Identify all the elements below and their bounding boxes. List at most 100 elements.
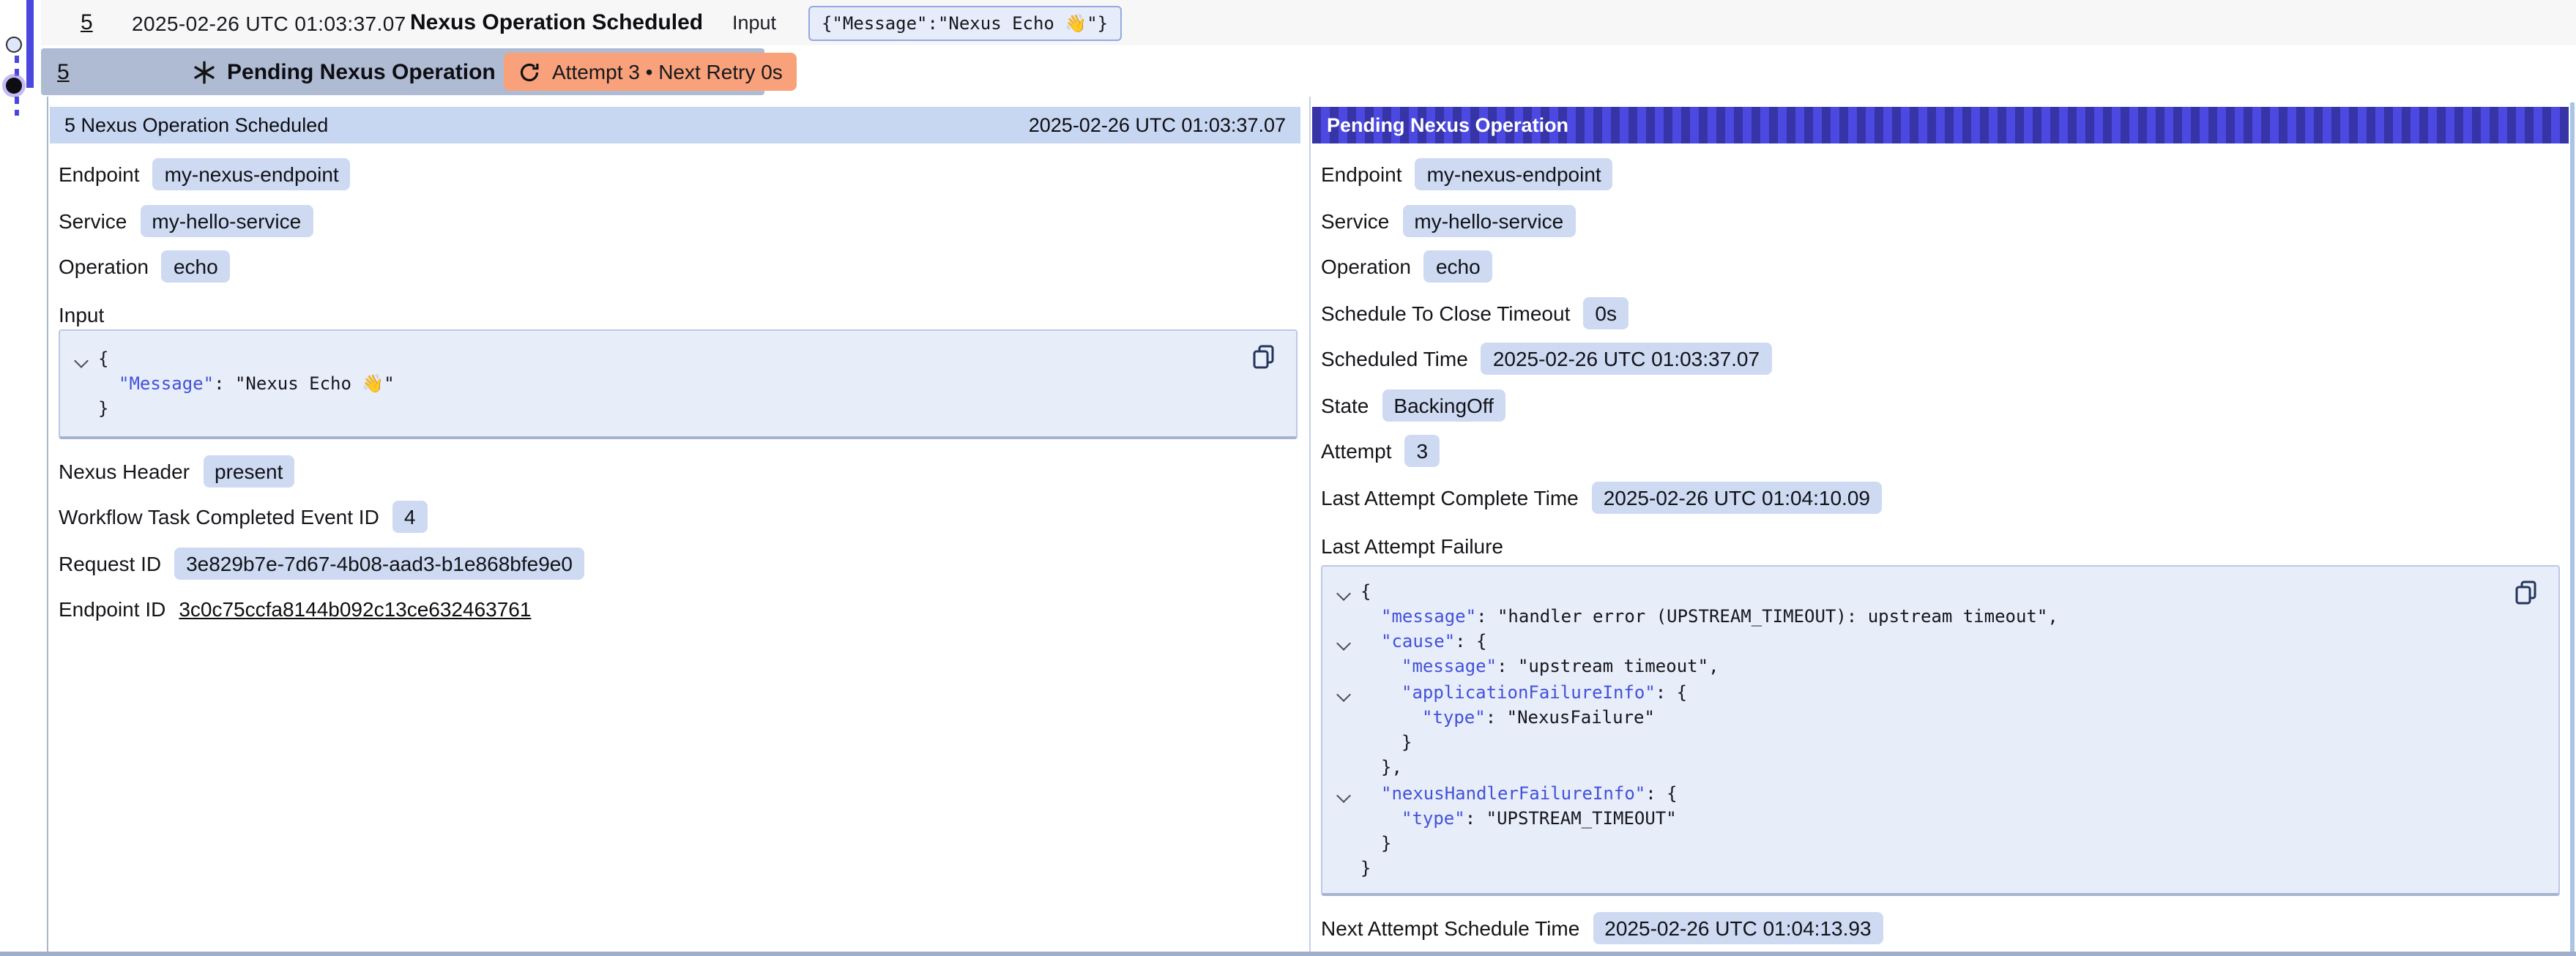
retry-badge-text: Attempt 3 • Next Retry 0s bbox=[552, 60, 783, 83]
code-text: } bbox=[1360, 857, 1371, 883]
pending-fields: Endpointmy-nexus-endpoint Service my-hello… bbox=[1321, 158, 2569, 513]
field-label: Workflow Task Completed Event ID bbox=[59, 505, 379, 529]
caret-cell bbox=[72, 372, 98, 397]
collapse-chevron-icon[interactable] bbox=[1336, 636, 1351, 651]
caret-cell bbox=[1334, 630, 1360, 655]
caret-cell bbox=[1334, 579, 1360, 605]
event-input-label: Input bbox=[732, 0, 776, 45]
field-label: Operation bbox=[1321, 255, 1411, 278]
field-value-pill: 2025-02-26 UTC 01:03:37.07 bbox=[1481, 343, 1771, 375]
code-line: { bbox=[72, 346, 1237, 372]
event-id-link[interactable]: 5 bbox=[81, 0, 93, 45]
event-input-preview-chip[interactable]: {"Message":"Nexus Echo 👋"} bbox=[808, 5, 1121, 40]
field-label: Attempt bbox=[1321, 439, 1392, 463]
field-row-endpoint: Endpointmy-nexus-endpoint bbox=[1321, 158, 2569, 190]
field-row-request-id: Request ID 3e829b7e-7d67-4b08-aad3-b1e868… bbox=[59, 547, 1300, 579]
field-value-link[interactable]: 3c0c75ccfa8144b092c13ce632463761 bbox=[179, 597, 531, 621]
copy-icon[interactable] bbox=[2514, 579, 2538, 605]
field-row-attempt: Attempt 3 bbox=[1321, 435, 2569, 467]
code-text: } bbox=[1360, 832, 1391, 857]
timeline-event-node-icon[interactable] bbox=[6, 37, 22, 53]
field-label: Request ID bbox=[59, 551, 161, 575]
code-line: "cause": { bbox=[1334, 630, 2500, 655]
field-value-pill: present bbox=[203, 455, 294, 487]
field-value-pill: 4 bbox=[392, 501, 428, 533]
failure-json-viewer: {"message": "handler error (UPSTREAM_TIM… bbox=[1321, 564, 2560, 895]
field-value-pill: my-hello-service bbox=[1402, 204, 1575, 236]
field-row-schedule-to-close-timeout: Schedule To Close Timeout0s bbox=[1321, 296, 2569, 329]
next-attempt-field: Next Attempt Schedule Time 2025-02-26 UTC… bbox=[1321, 911, 2569, 944]
field-value-pill: BackingOff bbox=[1382, 389, 1505, 421]
field-value-pill: echo bbox=[162, 250, 230, 283]
code-text: { bbox=[98, 346, 108, 372]
field-row-scheduled-time: Scheduled Time 2025-02-26 UTC 01:03:37.07 bbox=[1321, 343, 2569, 375]
caret-cell bbox=[72, 346, 98, 372]
code-line: } bbox=[72, 397, 1237, 422]
timeline-connector-dashed bbox=[15, 97, 19, 116]
field-row-service: Service my-hello-service bbox=[1321, 204, 2569, 236]
field-row-workflow-task-completed-event-id: Workflow Task Completed Event ID 4 bbox=[59, 501, 1300, 533]
code-text: "message": "handler error (UPSTREAM_TIME… bbox=[1360, 605, 2058, 630]
field-label: Endpoint bbox=[59, 163, 140, 186]
pending-nexus-operation-row[interactable]: 5 Pending Nexus Operation Attempt 3 • Ne… bbox=[41, 48, 764, 95]
code-line: }, bbox=[1334, 756, 2500, 782]
code-text: "applicationFailureInfo": { bbox=[1360, 680, 1687, 706]
field-label: Operation bbox=[59, 255, 149, 278]
input-section-label: Input bbox=[59, 296, 1300, 326]
field-value-pill: echo bbox=[1424, 250, 1492, 283]
code-text: "nexusHandlerFailureInfo": { bbox=[1360, 781, 1678, 807]
event-title: Nexus Operation Scheduled bbox=[410, 0, 703, 45]
field-row-next-attempt-schedule-time: Next Attempt Schedule Time 2025-02-26 UTC… bbox=[1321, 911, 2569, 944]
field-value-pill: 0s bbox=[1583, 296, 1628, 329]
field-row-endpoint-id: Endpoint ID3c0c75ccfa8144b092c13ce632463… bbox=[59, 593, 1300, 625]
field-value-pill: 3 bbox=[1405, 435, 1440, 467]
panel-divider bbox=[1309, 97, 1311, 956]
code-line: "type": "UPSTREAM_TIMEOUT" bbox=[1334, 807, 2500, 832]
code-text: }, bbox=[1360, 756, 1402, 782]
field-row-last-attempt-complete-time: Last Attempt Complete Time2025-02-26 UTC… bbox=[1321, 481, 2569, 513]
field-label: Next Attempt Schedule Time bbox=[1321, 916, 1579, 939]
caret-cell bbox=[1334, 655, 1360, 681]
code-text: "cause": { bbox=[1360, 630, 1487, 655]
collapse-chevron-icon[interactable] bbox=[1336, 788, 1351, 802]
left-panel-title: 5 Nexus Operation Scheduled bbox=[64, 114, 328, 136]
collapse-chevron-icon[interactable] bbox=[74, 353, 89, 367]
caret-cell bbox=[72, 397, 98, 422]
pending-row-id-link[interactable]: 5 bbox=[57, 48, 70, 95]
retry-icon bbox=[518, 61, 540, 83]
field-label: Service bbox=[1321, 209, 1389, 232]
field-value-pill: 2025-02-26 UTC 01:04:13.93 bbox=[1593, 911, 1883, 944]
collapse-chevron-icon[interactable] bbox=[1336, 586, 1351, 600]
field-value-pill: 3e829b7e-7d67-4b08-aad3-b1e868bfe9e0 bbox=[174, 547, 584, 579]
code-text: { bbox=[1360, 579, 1371, 605]
code-text: "type": "UPSTREAM_TIMEOUT" bbox=[1360, 807, 1677, 832]
field-row-nexus-header: Nexus Headerpresent bbox=[59, 455, 1300, 487]
collapse-chevron-icon[interactable] bbox=[1336, 687, 1351, 701]
caret-cell bbox=[1334, 706, 1360, 731]
field-label: Scheduled Time bbox=[1321, 347, 1468, 370]
event-detail-left-panel: 5 Nexus Operation Scheduled 2025-02-26 U… bbox=[50, 107, 1300, 952]
code-text: "message": "upstream timeout", bbox=[1360, 655, 1719, 681]
pending-panel-header: Pending Nexus Operation bbox=[1312, 107, 2569, 143]
code-line: } bbox=[1334, 731, 2500, 756]
field-value-pill: my-hello-service bbox=[140, 204, 313, 236]
code-line: "message": "handler error (UPSTREAM_TIME… bbox=[1334, 605, 2500, 630]
field-label: Service bbox=[59, 209, 127, 232]
left-fields-top: Endpoint my-nexus-endpoint Service my-hello… bbox=[59, 158, 1300, 283]
code-line: "Message": "Nexus Echo 👋" bbox=[72, 372, 1237, 397]
left-fields-bottom: Nexus Headerpresent Workflow Task Complet… bbox=[59, 455, 1300, 625]
left-panel-header: 5 Nexus Operation Scheduled 2025-02-26 U… bbox=[50, 107, 1300, 143]
timeline-pending-node-icon[interactable] bbox=[6, 78, 22, 94]
copy-icon[interactable] bbox=[1252, 343, 1276, 370]
pending-row-title: Pending Nexus Operation bbox=[227, 48, 496, 95]
field-row-state: StateBackingOff bbox=[1321, 389, 2569, 421]
caret-cell bbox=[1334, 781, 1360, 807]
caret-cell bbox=[1334, 605, 1360, 630]
timeline-connector-dashed bbox=[15, 56, 19, 78]
vertical-scrollbar[interactable] bbox=[2569, 102, 2575, 952]
field-value-pill: 2025-02-26 UTC 01:04:10.09 bbox=[1592, 481, 1882, 513]
code-line: } bbox=[1334, 857, 2500, 883]
event-row-nexus-operation-scheduled[interactable]: 5 2025-02-26 UTC 01:03:37.07 Nexus Opera… bbox=[41, 0, 2576, 45]
field-value-pill: my-nexus-endpoint bbox=[153, 158, 351, 190]
event-timestamp: 2025-02-26 UTC 01:03:37.07 bbox=[132, 0, 406, 45]
